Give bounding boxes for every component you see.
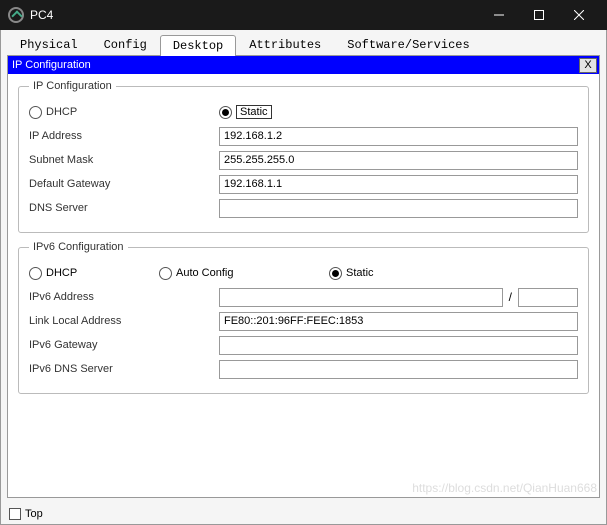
- ipv6-configuration-legend: IPv6 Configuration: [29, 241, 128, 253]
- tab-config[interactable]: Config: [91, 34, 160, 55]
- tab-bar: Physical Config Desktop Attributes Softw…: [1, 30, 606, 55]
- tab-physical[interactable]: Physical: [7, 34, 91, 55]
- link-local-address-input[interactable]: [219, 312, 578, 331]
- default-gateway-label: Default Gateway: [29, 178, 219, 190]
- ipv4-dhcp-label: DHCP: [46, 106, 77, 118]
- ipv4-static-label: Static: [236, 105, 272, 119]
- ip-configuration-group: IP Configuration DHCP Static IP Address: [18, 80, 589, 233]
- module-header: IP Configuration X: [8, 56, 599, 74]
- top-checkbox[interactable]: [9, 508, 21, 520]
- ipv6-address-label: IPv6 Address: [29, 291, 219, 303]
- ipv4-dhcp-radio[interactable]: [29, 106, 42, 119]
- titlebar: PC4: [0, 0, 607, 30]
- ip-configuration-legend: IP Configuration: [29, 80, 116, 92]
- subnet-mask-label: Subnet Mask: [29, 154, 219, 166]
- window-title: PC4: [30, 8, 479, 22]
- ipv6-dhcp-label: DHCP: [46, 267, 77, 279]
- ipv6-prefix-input[interactable]: [518, 288, 578, 307]
- ip-address-label: IP Address: [29, 130, 219, 142]
- desktop-panel: IP Configuration X IP Configuration DHCP…: [7, 55, 600, 498]
- link-local-address-label: Link Local Address: [29, 315, 219, 327]
- tab-desktop[interactable]: Desktop: [160, 35, 236, 56]
- dns-server-input[interactable]: [219, 199, 578, 218]
- ipv6-configuration-group: IPv6 Configuration DHCP Auto Config Stat…: [18, 241, 589, 394]
- window-controls: [479, 0, 599, 30]
- default-gateway-input[interactable]: [219, 175, 578, 194]
- minimize-button[interactable]: [479, 0, 519, 30]
- ipv6-gateway-input[interactable]: [219, 336, 578, 355]
- top-label: Top: [25, 508, 43, 520]
- ipv6-auto-config-radio[interactable]: [159, 267, 172, 280]
- tab-software-services[interactable]: Software/Services: [334, 34, 482, 55]
- close-button[interactable]: [559, 0, 599, 30]
- ipv4-static-radio[interactable]: [219, 106, 232, 119]
- ipv6-dhcp-radio[interactable]: [29, 267, 42, 280]
- ipv6-dns-server-input[interactable]: [219, 360, 578, 379]
- module-title: IP Configuration: [12, 59, 579, 71]
- maximize-button[interactable]: [519, 0, 559, 30]
- ipv6-static-label: Static: [346, 267, 374, 279]
- ip-address-input[interactable]: [219, 127, 578, 146]
- tab-attributes[interactable]: Attributes: [236, 34, 334, 55]
- ipv6-static-radio[interactable]: [329, 267, 342, 280]
- module-content: IP Configuration DHCP Static IP Address: [8, 74, 599, 497]
- ipv6-address-input[interactable]: [219, 288, 503, 307]
- ipv6-dns-server-label: IPv6 DNS Server: [29, 363, 219, 375]
- subnet-mask-input[interactable]: [219, 151, 578, 170]
- ipv6-gateway-label: IPv6 Gateway: [29, 339, 219, 351]
- ipv6-auto-config-label: Auto Config: [176, 267, 233, 279]
- dns-server-label: DNS Server: [29, 202, 219, 214]
- app-icon: [8, 7, 24, 23]
- module-close-button[interactable]: X: [579, 58, 597, 73]
- ipv6-prefix-separator: /: [509, 290, 512, 304]
- window-body: Physical Config Desktop Attributes Softw…: [0, 30, 607, 525]
- footer: Top: [1, 504, 606, 524]
